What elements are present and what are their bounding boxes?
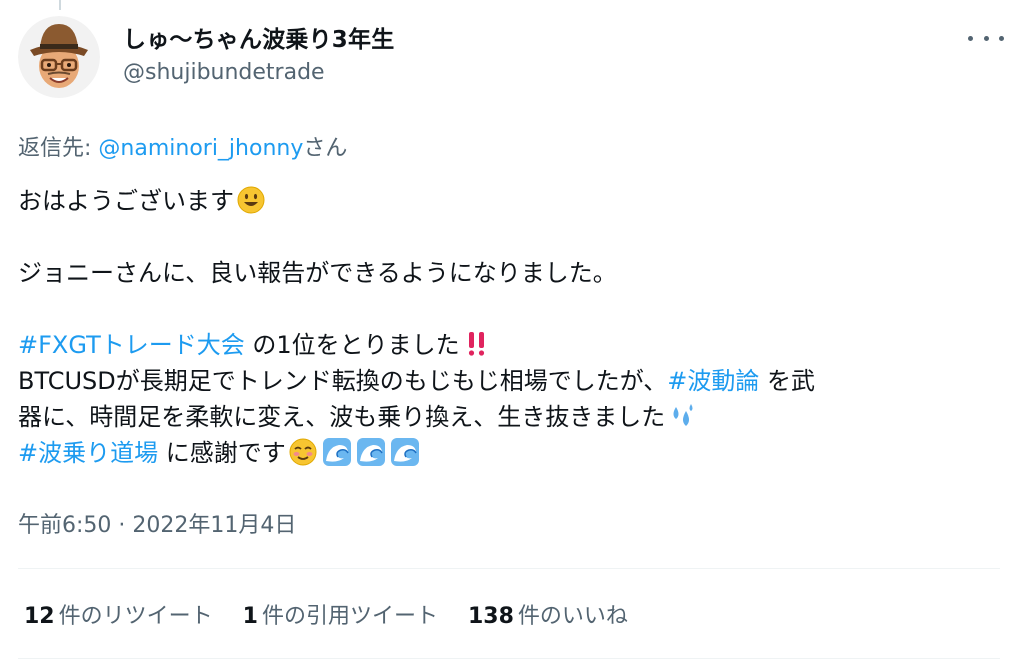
- water-wave-icon: [356, 437, 386, 467]
- thread-line: [59, 0, 61, 10]
- reply-to-line: 返信先: @naminori_jhonnyさん: [18, 130, 347, 162]
- hashtag-hadouron[interactable]: #波動論: [667, 367, 759, 395]
- sweat-droplets-icon: [667, 401, 697, 431]
- tweet-line-1: おはようございます: [18, 183, 1008, 219]
- grinning-face-icon: [236, 185, 266, 215]
- author-display-name[interactable]: しゅ〜ちゃん波乗り3年生: [123, 20, 394, 54]
- divider: [18, 658, 1000, 659]
- rank-text: の1位をとりました: [244, 331, 460, 359]
- thanks-text: に感謝です: [158, 439, 286, 467]
- tweet-line-6: #波乗り道場 に感謝です: [18, 435, 1008, 471]
- avatar[interactable]: [18, 16, 100, 98]
- tweet-line-2: ジョニーさんに、良い報告ができるようになりました。: [18, 259, 617, 287]
- tweet-line-4: BTCUSDが長期足でトレンド転換のもじもじ相場でしたが、#波動論 を武: [18, 363, 1008, 399]
- survive-text: 器に、時間足を柔軟に変え、波も乗り換え、生き抜きました: [18, 403, 666, 431]
- tweet-stats: 12 件のリツイート 1 件の引用ツイート 138 件のいいね: [24, 598, 628, 630]
- quote-tweet-count[interactable]: 1 件の引用ツイート: [243, 598, 438, 630]
- tweet-line-3: #FXGTトレード大会 の1位をとりました: [18, 327, 1008, 363]
- tweet-timestamp[interactable]: 午前6:50 · 2022年11月4日: [18, 507, 296, 539]
- water-wave-icon: [390, 437, 420, 467]
- reply-to-prefix: 返信先:: [18, 136, 99, 161]
- market-text: BTCUSDが長期足でトレンド転換のもじもじ相場でしたが、: [18, 367, 668, 395]
- reply-to-suffix: さん: [303, 136, 348, 161]
- water-wave-icon: [322, 437, 352, 467]
- author-handle[interactable]: @shujibundetrade: [123, 60, 325, 85]
- double-exclamation-icon: [462, 329, 492, 359]
- hashtag-fxgt[interactable]: #FXGTトレード大会: [18, 331, 245, 359]
- weapon-text: を武: [759, 367, 816, 395]
- divider: [18, 568, 1000, 569]
- greeting-text: おはようございます: [18, 187, 234, 215]
- more-dots-icon[interactable]: [968, 28, 1004, 48]
- retweet-count[interactable]: 12 件のリツイート: [24, 598, 213, 630]
- hashtag-naminori-dojo[interactable]: #波乗り道場: [18, 439, 158, 467]
- reply-to-mention[interactable]: @naminori_jhonny: [98, 136, 303, 161]
- tweet-line-5: 器に、時間足を柔軟に変え、波も乗り換え、生き抜きました: [18, 399, 1008, 435]
- smiling-face-icon: [288, 437, 318, 467]
- like-count[interactable]: 138 件のいいね: [468, 598, 628, 630]
- tweet-body: おはようございます ジョニーさんに、良い報告ができるようになりました。 #FXG…: [18, 183, 1008, 471]
